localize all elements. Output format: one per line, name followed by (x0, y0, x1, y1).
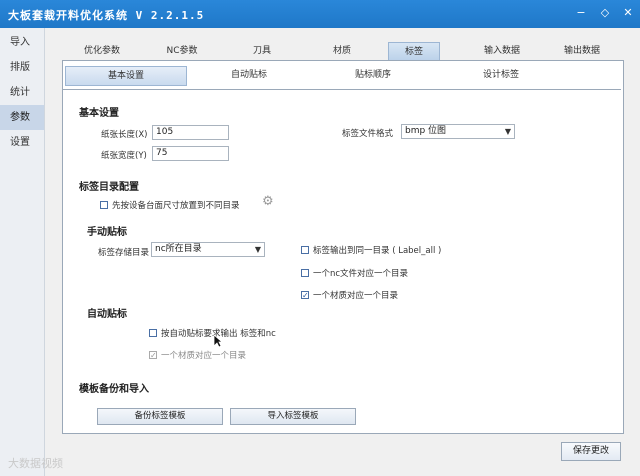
subtab-design-label[interactable]: 设计标签 (441, 66, 561, 84)
tab-nc-params[interactable]: NC参数 (142, 42, 222, 60)
sidebar-item-statistics[interactable]: 统计 (0, 80, 44, 105)
same-dir-label: 标签输出到同一目录 ( Label_all ) (313, 246, 442, 256)
nc-per-dir-checkbox[interactable]: 一个nc文件对应一个目录 (301, 267, 408, 279)
material-per-dir-checkbox[interactable]: ✓ 一个材质对应一个目录 (301, 289, 398, 301)
section-manual-title: 手动贴标 (87, 227, 127, 238)
main-tabs: 优化参数 NC参数 刀具 材质 标签 输入数据 输出数据 (62, 42, 622, 60)
close-icon[interactable]: ✕ (621, 6, 635, 20)
tab-tools[interactable]: 刀具 (222, 42, 302, 60)
tab-materials[interactable]: 材质 (302, 42, 382, 60)
sub-tabs: 基本设置 自动贴标 贴标顺序 设计标签 (63, 66, 623, 86)
paper-width-label: 纸张宽度(Y) (101, 151, 147, 161)
subtab-auto-labeling[interactable]: 自动贴标 (189, 66, 309, 84)
minimize-icon[interactable]: − (574, 6, 588, 20)
chevron-down-icon: ▼ (254, 245, 261, 254)
watermark: 大数据视频 (8, 457, 63, 470)
sidebar-item-layout[interactable]: 排版 (0, 55, 44, 80)
sidebar-item-import[interactable]: 导入 (0, 30, 44, 55)
label-settings-panel: 基本设置 自动贴标 贴标顺序 设计标签 基本设置 纸张长度(X) 105 纸张宽… (62, 60, 624, 434)
section-auto-title: 自动贴标 (87, 309, 127, 320)
tab-optimize-params[interactable]: 优化参数 (62, 42, 142, 60)
storage-dir-value: nc所在目录 (155, 244, 202, 254)
nc-per-dir-label: 一个nc文件对应一个目录 (313, 269, 409, 279)
tab-labels[interactable]: 标签 (388, 42, 440, 60)
section-basic-title: 基本设置 (79, 108, 119, 119)
checkbox-box (301, 246, 309, 254)
checkbox-box (149, 329, 157, 337)
auto-material-per-dir-checkbox[interactable]: ✓ 一个材质对应一个目录 (149, 349, 246, 361)
chevron-down-icon: ▼ (504, 127, 511, 136)
window-title: 大板套裁开料优化系统 V 2.2.1.5 (8, 9, 205, 22)
by-size-label: 先按设备台面尺寸放置到不同目录 (112, 201, 240, 211)
by-size-checkbox[interactable]: 先按设备台面尺寸放置到不同目录 (100, 199, 240, 211)
subtab-basic-settings[interactable]: 基本设置 (65, 66, 187, 86)
material-per-dir-label: 一个材质对应一个目录 (313, 291, 399, 301)
import-template-button[interactable]: 导入标签模板 (230, 408, 356, 425)
sidebar: 导入 排版 统计 参数 设置 (0, 28, 45, 476)
auto-material-per-dir-label: 一个材质对应一个目录 (161, 351, 247, 361)
sidebar-item-settings[interactable]: 设置 (0, 130, 44, 155)
label-format-label: 标签文件格式 (342, 129, 394, 139)
checkbox-box (100, 201, 108, 209)
maximize-icon[interactable]: ◇ (598, 6, 612, 20)
checkmark-icon: ✓ (149, 351, 157, 360)
backup-template-button[interactable]: 备份标签模板 (97, 408, 223, 425)
checkmark-icon: ✓ (301, 291, 309, 300)
title-bar: 大板套裁开料优化系统 V 2.2.1.5 − ◇ ✕ (0, 0, 640, 28)
mouse-cursor-icon (213, 334, 223, 348)
checkbox-box (301, 269, 309, 277)
storage-dir-label: 标签存储目录 (98, 248, 150, 258)
tab-input-data[interactable]: 输入数据 (462, 42, 542, 60)
settings-content: 基本设置 纸张长度(X) 105 纸张宽度(Y) 75 标签文件格式 bmp 位… (63, 89, 621, 432)
label-format-value: bmp 位图 (405, 126, 447, 136)
same-dir-checkbox[interactable]: 标签输出到同一目录 ( Label_all ) (301, 244, 441, 256)
paper-length-label: 纸张长度(X) (101, 130, 148, 140)
gear-icon[interactable]: ⚙ (262, 194, 274, 209)
save-changes-button[interactable]: 保存更改 (561, 442, 621, 461)
label-format-select[interactable]: bmp 位图 ▼ (401, 124, 515, 139)
storage-dir-select[interactable]: nc所在目录 ▼ (151, 242, 265, 257)
subtab-label-order[interactable]: 贴标顺序 (313, 66, 433, 84)
paper-length-input[interactable]: 105 (152, 125, 229, 140)
section-label-dir-title: 标签目录配置 (79, 182, 139, 193)
section-template-title: 模板备份和导入 (79, 384, 149, 395)
sidebar-item-parameters[interactable]: 参数 (0, 105, 44, 130)
paper-width-input[interactable]: 75 (152, 146, 229, 161)
tab-output-data[interactable]: 输出数据 (542, 42, 622, 60)
